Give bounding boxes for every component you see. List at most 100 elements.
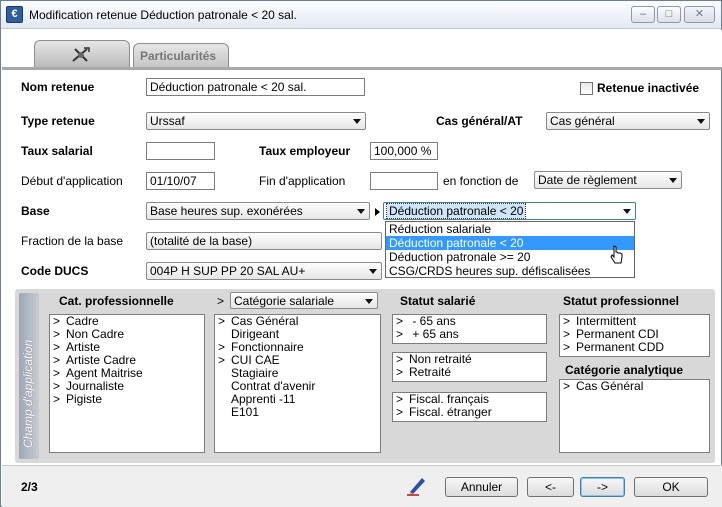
selection-marker: > <box>218 353 226 367</box>
en-fonction-label: en fonction de <box>443 174 519 188</box>
list-item-label: Agent Maitrise <box>66 366 143 380</box>
cas-general-select[interactable]: Cas général <box>546 112 710 130</box>
annuler-button[interactable]: Annuler <box>445 477 518 497</box>
list-item-label: Non retraité <box>409 352 472 366</box>
nom-retenue-input[interactable]: Déduction patronale < 20 sal. <box>146 78 365 96</box>
list-item-label: Cas Général <box>231 314 299 328</box>
selection-marker: > <box>53 392 61 406</box>
cat-pro-list[interactable]: > Cadre > Non Cadre > Artiste > Artiste Cadre > A… <box>49 314 205 453</box>
cat-analytique-list[interactable]: > Cas Général <box>559 379 710 453</box>
base-select[interactable]: Base heures sup. exonérées <box>146 202 370 220</box>
fraction-base-label: Fraction de la base <box>21 234 124 248</box>
retenue-inactivee-label: Retenue inactivée <box>597 81 700 95</box>
list-item[interactable]: > Fiscal. étranger <box>393 406 546 419</box>
list-item-label: Cas Général <box>576 379 644 393</box>
chevron-down-icon <box>669 178 677 183</box>
debut-application-input[interactable]: 01/10/07 <box>146 172 215 190</box>
champ-application-text: Champ d'application <box>21 339 35 448</box>
cat-analytique-header: Catégorie analytique <box>565 363 684 377</box>
list-item-label: Stagiaire <box>231 366 279 380</box>
debut-application-label: Début d'application <box>21 174 123 188</box>
list-item-label: Permanent CDI <box>576 327 659 341</box>
list-item-label: Fiscal. étranger <box>409 405 492 419</box>
dropdown-option[interactable]: Réduction salariale <box>386 222 634 236</box>
dialog-window: € Modification retenue Déduction patrona… <box>0 0 722 507</box>
list-item[interactable]: E101 <box>215 406 380 419</box>
list-item-label: E101 <box>231 405 260 419</box>
list-item-label: Retraité <box>409 365 452 379</box>
list-item[interactable]: > Cas Général <box>560 380 709 393</box>
en-fonction-select[interactable]: Date de règlement <box>534 171 682 189</box>
statut-retraite-list[interactable]: > Non retraité > Retraité <box>392 352 547 382</box>
list-item-label: Artiste Cadre <box>66 353 137 367</box>
list-item-label: Contrat d'avenir <box>231 379 316 393</box>
selection-marker: > <box>396 405 404 419</box>
base2-dropdown-list[interactable]: Réduction salariale Déduction patronale … <box>385 221 635 278</box>
tab-particularites[interactable]: Particularités <box>133 43 229 68</box>
list-item[interactable]: > Pigiste <box>50 393 204 406</box>
page-indicator: 2/3 <box>21 480 38 494</box>
taux-employeur-input[interactable]: 100,000 % <box>370 142 438 160</box>
next-button[interactable]: -> <box>580 477 625 497</box>
code-ducs-select[interactable]: 004P H SUP PP 20 SAL AU+ <box>146 262 382 280</box>
list-item-label: - 65 ans <box>409 314 456 328</box>
dropdown-option[interactable]: Déduction patronale >= 20 <box>386 250 634 264</box>
title-bar[interactable]: € Modification retenue Déduction patrona… <box>1 1 721 29</box>
list-item-label: CUI CAE <box>231 353 280 367</box>
taux-employeur-label: Taux employeur <box>259 144 351 158</box>
pencil-icon[interactable] <box>405 474 427 496</box>
chevron-right-icon <box>375 208 380 216</box>
list-item[interactable]: > Retraité <box>393 366 546 379</box>
cas-general-label: Cas général/AT <box>436 114 523 128</box>
minimize-button[interactable]: – <box>631 6 655 23</box>
gear-tools-icon <box>72 47 90 62</box>
tab-strip: Particularités <box>2 30 722 68</box>
type-retenue-select[interactable]: Urssaf <box>146 112 366 130</box>
fraction-base-select[interactable]: (totalité de la base) <box>146 232 382 250</box>
dropdown-option[interactable]: CSG/CRDS heures sup. défiscalisées <box>386 264 634 278</box>
mouse-cursor-icon <box>610 245 623 264</box>
selection-marker: > <box>396 365 404 379</box>
list-item-label: Permanent CDD <box>576 340 665 354</box>
previous-button[interactable]: <- <box>527 477 574 497</box>
footer-bar: 2/3 Annuler <- -> OK <box>2 465 722 507</box>
base-label: Base <box>21 204 50 218</box>
statut-age-list[interactable]: > - 65 ans > + 65 ans <box>392 314 547 344</box>
close-button[interactable]: ✕ <box>684 6 715 23</box>
list-item-label: Pigiste <box>66 392 103 406</box>
cat-sal-select-value: Catégorie salariale <box>234 294 335 308</box>
base2-select[interactable]: Déduction patronale < 20 <box>383 202 636 220</box>
list-item[interactable]: > + 65 ans <box>393 328 546 341</box>
tab-general[interactable] <box>34 40 130 68</box>
list-item-label: Journaliste <box>66 379 125 393</box>
list-item-label: Artiste <box>66 340 101 354</box>
list-item-label: Fiscal. français <box>409 392 490 406</box>
chevron-down-icon <box>365 299 373 304</box>
list-item-label: Fonctionnaire <box>231 340 304 354</box>
selection-marker: > <box>218 314 226 328</box>
chevron-down-icon <box>369 269 377 274</box>
app-icon: € <box>6 6 23 23</box>
taux-salarial-input[interactable] <box>146 142 215 160</box>
cat-sal-select[interactable]: Catégorie salariale <box>230 292 378 309</box>
ok-button[interactable]: OK <box>634 477 708 497</box>
taux-salarial-label: Taux salarial <box>21 144 93 158</box>
retenue-inactivee-checkbox[interactable] <box>580 82 593 95</box>
fin-application-label: Fin d'application <box>259 174 346 188</box>
statut-pro-list[interactable]: > Intermittent > Permanent CDI > Permanent CD… <box>559 314 710 357</box>
en-fonction-value: Date de règlement <box>538 173 637 187</box>
fin-application-input[interactable] <box>370 172 438 190</box>
cat-sal-list[interactable]: > Cas Général Dirigeant > Fonctionnaire > CUI … <box>214 314 381 453</box>
tab-particularites-label: Particularités <box>140 49 217 63</box>
chevron-down-icon <box>357 209 365 214</box>
base2-value: Déduction patronale < 20 <box>385 203 527 219</box>
list-item-label: Dirigeant <box>231 327 280 341</box>
dropdown-option-selected[interactable]: Déduction patronale < 20 <box>386 236 634 250</box>
statut-fiscal-list[interactable]: > Fiscal. français > Fiscal. étranger <box>392 392 547 422</box>
maximize-button[interactable]: □ <box>657 6 681 23</box>
code-ducs-value: 004P H SUP PP 20 SAL AU+ <box>150 264 306 278</box>
list-item-label: Cadre <box>66 314 99 328</box>
chevron-down-icon <box>697 119 705 124</box>
list-item[interactable]: > Permanent CDD <box>560 341 709 354</box>
fraction-base-value: (totalité de la base) <box>150 234 253 248</box>
